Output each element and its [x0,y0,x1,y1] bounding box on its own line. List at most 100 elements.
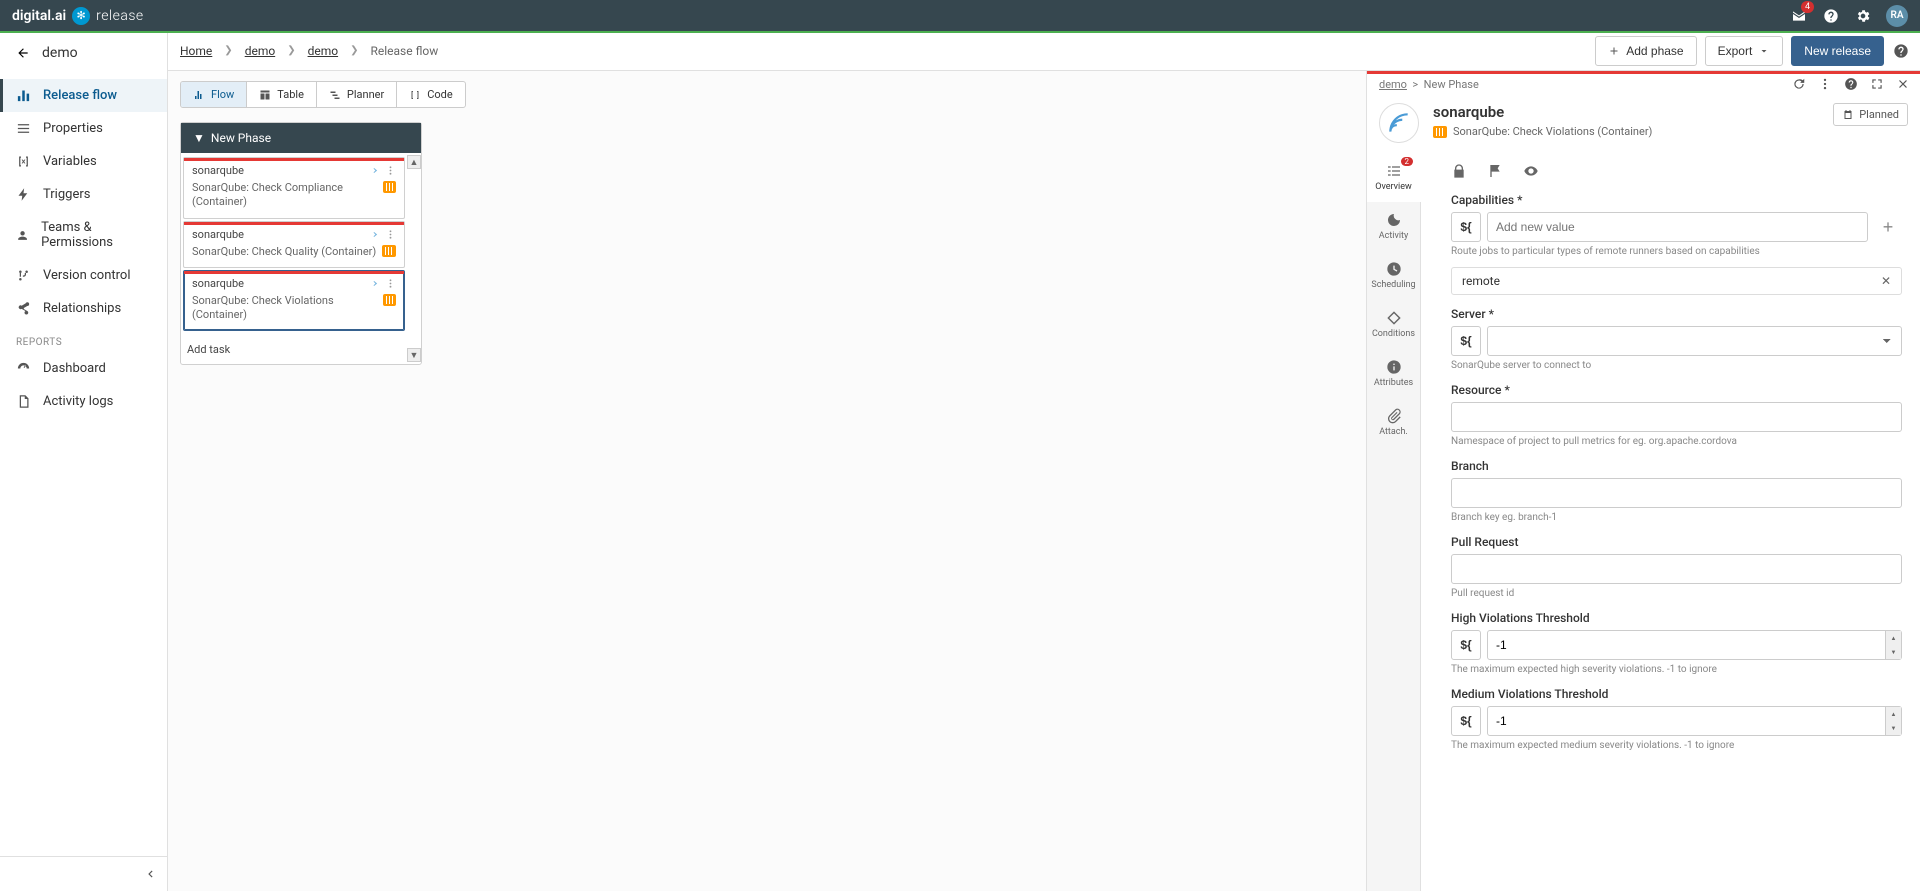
breadcrumb-current: Release flow [370,44,438,58]
main-body: Flow Table Planner Code [168,71,1920,891]
sidebar-item-release-flow[interactable]: Release flow [0,79,167,112]
expand-icon[interactable] [1870,77,1884,91]
detail-breadcrumb: demo > New Phase [1379,78,1479,91]
phase-header[interactable]: ▼ New Phase [181,123,421,153]
arrow-icon [368,165,379,176]
help-icon[interactable] [1822,7,1840,25]
sidebar-item-dashboard[interactable]: Dashboard [0,352,167,385]
back-icon[interactable] [16,46,30,60]
flow-icon [193,89,205,101]
tab-scheduling[interactable]: Scheduling [1367,251,1420,300]
container-icon [383,181,396,193]
capabilities-label: Capabilities * [1451,193,1902,207]
user-avatar[interactable]: RA [1886,5,1908,27]
sidebar-item-variables[interactable]: Variables [0,145,167,178]
branch-input[interactable] [1451,478,1902,508]
variable-button[interactable]: ${ [1451,706,1481,736]
task-card[interactable]: sonarqube SonarQube: Check Quality (Cont… [183,221,405,268]
brand-main: digital.ai [12,8,66,24]
new-release-button[interactable]: New release [1791,36,1884,66]
field-branch: Branch Branch key eg. branch-1 [1451,459,1902,523]
capabilities-input[interactable] [1487,212,1868,242]
brand: digital.ai ✻ release [12,7,144,25]
phase-card: ▼ New Phase ▲ sonarqube [180,122,422,365]
sidebar-collapse[interactable] [0,856,167,891]
status-badge[interactable]: Planned [1833,103,1908,126]
resource-label: Resource * [1451,383,1902,397]
tab-conditions[interactable]: Conditions [1367,300,1420,349]
dashboard-icon [16,361,31,376]
help-icon[interactable] [1892,42,1910,60]
capability-tag: remote ✕ [1451,267,1902,295]
more-vertical-icon[interactable] [385,278,396,289]
breadcrumb-release[interactable]: demo [308,44,339,58]
settings-icon[interactable] [1854,7,1872,25]
header-actions: Add phase Export New release [1595,36,1910,66]
brand-sub: release [96,8,144,24]
high-threshold-input[interactable] [1487,630,1902,660]
sidebar-header: demo [0,31,167,75]
pr-label: Pull Request [1451,535,1902,549]
number-spinner[interactable]: ▲▼ [1885,631,1901,659]
tab-overview[interactable]: 2 Overview [1367,153,1421,202]
notifications-icon[interactable]: 4 [1790,7,1808,25]
tab-activity[interactable]: Activity [1367,202,1420,251]
brand-icon: ✻ [72,7,90,25]
topbar-actions: 4 RA [1790,5,1908,27]
capabilities-help: Route jobs to particular types of remote… [1451,246,1902,257]
tab-code[interactable]: Code [397,82,464,107]
container-icon [382,245,396,257]
tab-attributes[interactable]: Attributes [1367,349,1420,398]
add-task-button[interactable]: Add task [181,335,421,364]
add-phase-button[interactable]: Add phase [1595,36,1696,66]
sidebar-section-reports: REPORTS [0,325,167,352]
scroll-down-button[interactable]: ▼ [407,348,421,362]
tab-planner[interactable]: Planner [317,82,397,107]
more-vertical-icon[interactable] [385,229,396,240]
lock-icon[interactable] [1451,163,1467,179]
tab-flow[interactable]: Flow [181,82,247,107]
breadcrumb: Home ❯ demo ❯ demo ❯ Release flow [180,44,438,58]
sidebar-item-teams[interactable]: Teams & Permissions [0,211,167,259]
sidebar-item-activity[interactable]: Activity logs [0,385,167,418]
sidebar-item-relationships[interactable]: Relationships [0,292,167,325]
more-vertical-icon[interactable] [385,165,396,176]
pr-input[interactable] [1451,554,1902,584]
container-icon [1433,126,1447,138]
breadcrumb-folder[interactable]: demo [245,44,276,58]
variable-button[interactable]: ${ [1451,630,1481,660]
med-threshold-input[interactable] [1487,706,1902,736]
scroll-up-button[interactable]: ▲ [407,155,421,169]
resource-help: Namespace of project to pull metrics for… [1451,436,1902,447]
detail-bc-root[interactable]: demo [1379,78,1407,91]
sidebar-item-triggers[interactable]: Triggers [0,178,167,211]
sidebar-item-version[interactable]: Version control [0,259,167,292]
server-select[interactable] [1487,326,1902,356]
chevron-left-icon [143,867,157,881]
task-card[interactable]: sonarqube SonarQube: Check Compliance (C… [183,157,405,219]
refresh-icon[interactable] [1792,77,1806,91]
task-card-selected[interactable]: sonarqube SonarQube: Check Violations (C… [183,270,405,332]
export-button[interactable]: Export [1705,36,1784,66]
field-medium-violations: Medium Violations Threshold ${ ▲▼ The ma… [1451,687,1902,751]
remove-capability-button[interactable]: ✕ [1881,274,1891,288]
eye-icon[interactable] [1523,163,1539,179]
variable-button[interactable]: ${ [1451,212,1481,242]
number-spinner[interactable]: ▲▼ [1885,707,1901,735]
resource-input[interactable] [1451,402,1902,432]
diamond-icon [1386,310,1402,326]
tab-table[interactable]: Table [247,82,317,107]
tab-attachments[interactable]: Attach. [1367,398,1420,447]
detail-content: 2 Overview Activity Scheduling [1367,153,1920,891]
chevron-right-icon: ❯ [350,45,358,56]
detail-title: sonarqube [1433,103,1652,121]
sidebar-item-properties[interactable]: Properties [0,112,167,145]
variable-button[interactable]: ${ [1451,326,1481,356]
add-capability-button[interactable]: + [1874,212,1902,242]
close-icon[interactable] [1896,77,1910,91]
help-icon[interactable] [1844,77,1858,91]
flag-icon[interactable] [1487,163,1503,179]
more-vertical-icon[interactable] [1818,77,1832,91]
variables-icon [16,154,31,169]
breadcrumb-home[interactable]: Home [180,44,212,58]
